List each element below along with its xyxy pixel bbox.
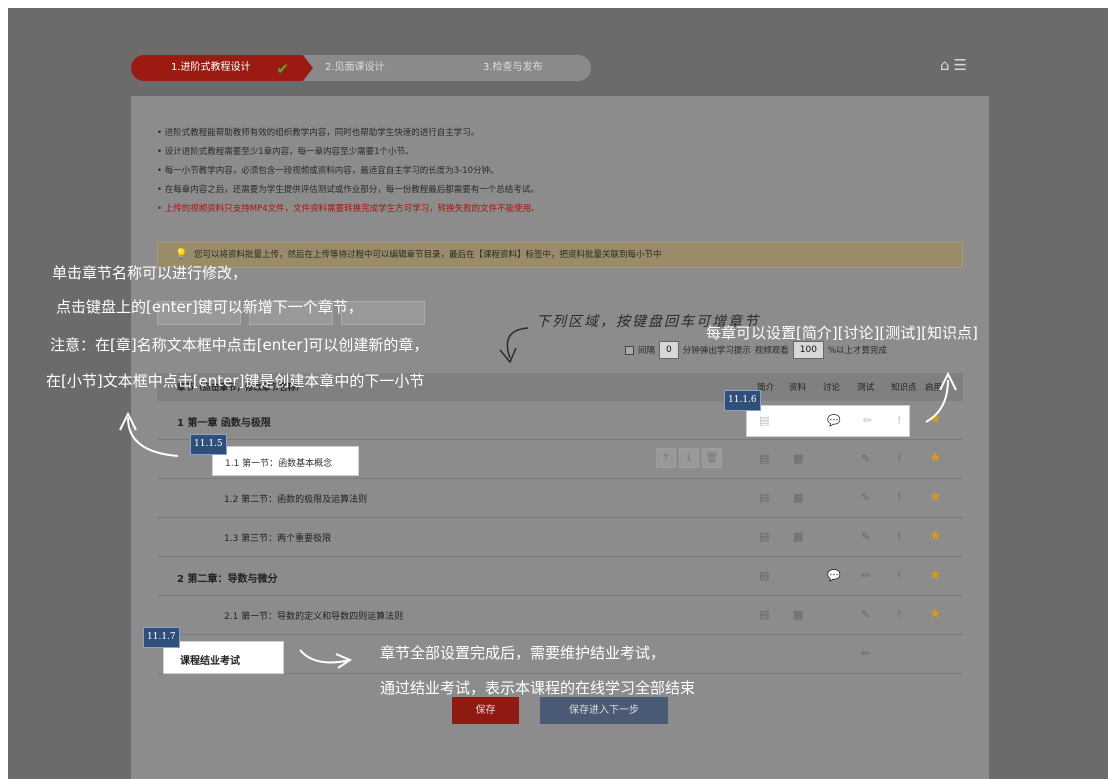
arrow-hand [506, 327, 529, 359]
arrow-right [925, 379, 949, 423]
annotation-arrows [119, 327, 957, 669]
save-next-button[interactable]: 保存进入下一步 [540, 697, 668, 724]
arrow-left [127, 417, 179, 457]
save-button[interactable]: 保存 [452, 697, 519, 724]
